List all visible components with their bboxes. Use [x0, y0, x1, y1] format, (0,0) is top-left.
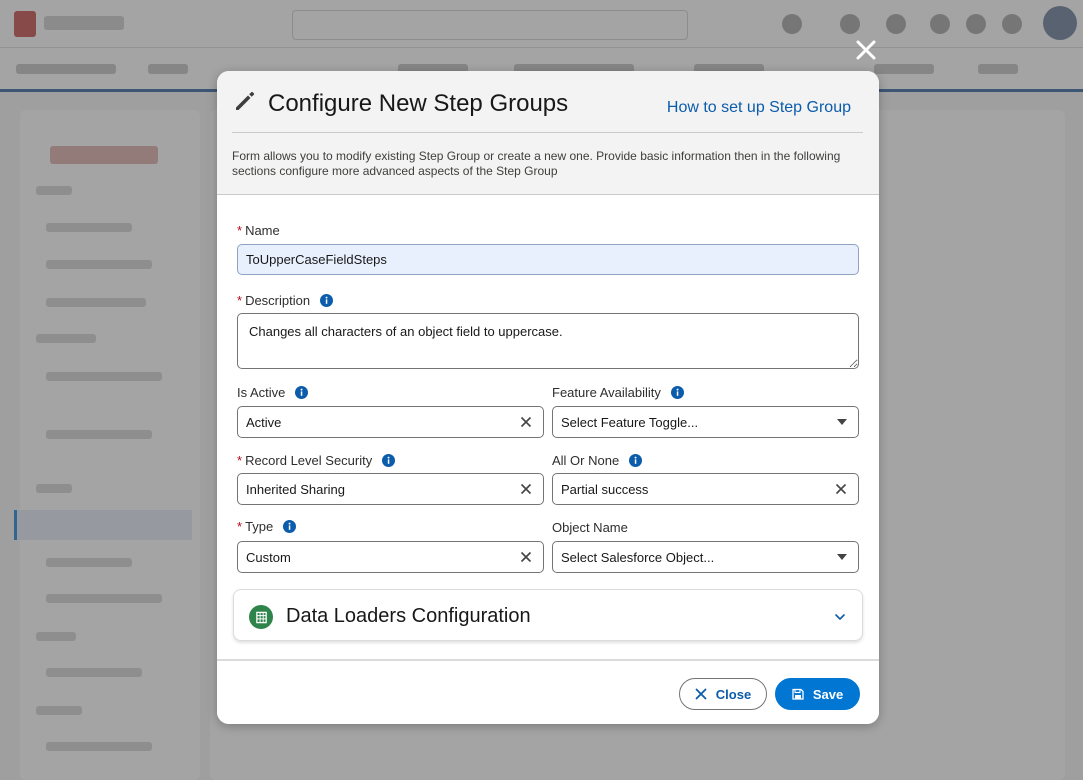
is-active-label: Is Active	[237, 385, 309, 400]
record-level-security-combobox[interactable]: Inherited Sharing	[237, 473, 544, 505]
required-marker: *	[237, 223, 243, 238]
record-level-security-label-text: Record Level Security	[245, 453, 373, 468]
how-to-setup-link[interactable]: How to set up Step Group	[667, 99, 851, 117]
name-label-text: Name	[245, 223, 280, 238]
name-input[interactable]: ToUpperCaseFieldSteps	[237, 244, 859, 275]
info-icon[interactable]	[295, 386, 309, 399]
header-divider	[232, 132, 863, 133]
object-name-label-text: Object Name	[552, 520, 628, 535]
feature-availability-label: Feature Availability	[552, 385, 684, 400]
configure-step-groups-modal: Configure New Step Groups How to set up …	[217, 71, 879, 724]
is-active-label-text: Is Active	[237, 385, 286, 400]
name-label: * Name	[237, 223, 280, 238]
save-icon	[792, 688, 804, 700]
save-button-label: Save	[812, 686, 844, 702]
is-active-combobox[interactable]: Active	[237, 406, 544, 438]
description-textarea[interactable]: Changes all characters of an object fiel…	[237, 313, 859, 369]
feature-toggle-placeholder: Select Feature Toggle...	[561, 414, 699, 430]
description-label: * Description	[237, 293, 334, 308]
description-label-text: Description	[245, 293, 311, 308]
close-button[interactable]: Close	[679, 678, 767, 710]
record-level-security-label: * Record Level Security	[237, 453, 396, 468]
all-or-none-combobox[interactable]: Partial success	[552, 473, 859, 505]
info-icon[interactable]	[382, 454, 396, 467]
spreadsheet-icon	[249, 605, 273, 629]
all-or-none-label-text: All Or None	[552, 453, 620, 468]
close-button-label: Close	[715, 686, 752, 702]
caret-down-icon	[837, 554, 847, 560]
record-level-security-value: Inherited Sharing	[246, 481, 346, 497]
info-icon[interactable]	[629, 454, 643, 467]
chevron-down-icon[interactable]	[834, 611, 846, 623]
all-or-none-label: All Or None	[552, 453, 643, 468]
close-icon[interactable]	[852, 36, 880, 64]
type-label-text: Type	[245, 519, 274, 534]
object-name-label: Object Name	[552, 520, 628, 535]
all-or-none-value: Partial success	[561, 481, 649, 497]
type-combobox[interactable]: Custom	[237, 541, 544, 573]
required-marker: *	[237, 293, 243, 308]
object-name-select[interactable]: Select Salesforce Object...	[552, 541, 859, 573]
close-icon	[695, 688, 707, 700]
clear-icon[interactable]	[834, 482, 848, 496]
is-active-value: Active	[246, 414, 282, 430]
modal-description: Form allows you to modify existing Step …	[232, 149, 841, 178]
modal-title: Configure New Step Groups	[268, 90, 569, 117]
object-name-placeholder: Select Salesforce Object...	[561, 549, 715, 565]
save-button[interactable]: Save	[775, 678, 860, 710]
info-icon[interactable]	[283, 520, 297, 533]
clear-icon[interactable]	[519, 550, 533, 564]
modal-footer: Close Save	[217, 659, 879, 724]
feature-toggle-select[interactable]: Select Feature Toggle...	[552, 406, 859, 438]
clear-icon[interactable]	[519, 415, 533, 429]
data-loaders-accordion[interactable]: Data Loaders Configuration	[233, 589, 863, 641]
caret-down-icon	[837, 419, 847, 425]
clear-icon[interactable]	[519, 482, 533, 496]
info-icon[interactable]	[670, 386, 684, 399]
type-label: * Type	[237, 519, 297, 534]
name-value: ToUpperCaseFieldSteps	[246, 252, 387, 267]
required-marker: *	[237, 519, 243, 534]
type-value: Custom	[246, 549, 291, 565]
required-marker: *	[237, 453, 243, 468]
pencil-icon	[233, 89, 257, 113]
modal-header: Configure New Step Groups How to set up …	[217, 71, 879, 195]
accordion-title: Data Loaders Configuration	[286, 605, 531, 627]
info-icon[interactable]	[320, 294, 334, 307]
feature-availability-label-text: Feature Availability	[552, 385, 661, 400]
